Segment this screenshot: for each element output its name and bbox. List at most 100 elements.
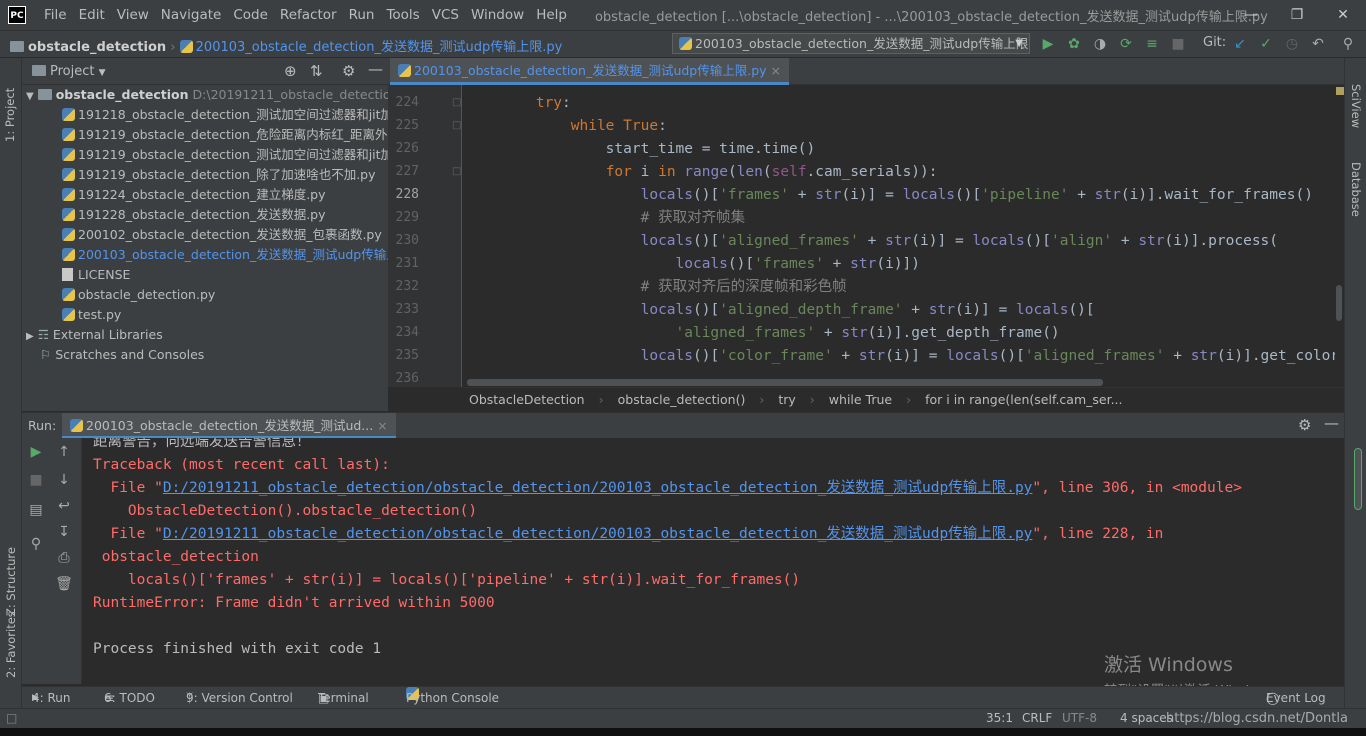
collapse-all-icon[interactable]: ⇅ <box>310 62 323 80</box>
rollback-icon[interactable]: ↶ <box>1308 34 1328 54</box>
text-file-icon <box>62 268 73 281</box>
menu-refactor[interactable]: Refactor <box>274 7 343 23</box>
run-config-select[interactable]: 200103_obstacle_detection_发送数据_测试udp传输上限… <box>672 33 1030 54</box>
coverage-icon[interactable]: ◑ <box>1090 34 1110 54</box>
locate-icon[interactable]: ⊕ <box>284 62 297 80</box>
hide-icon[interactable]: — <box>368 60 383 78</box>
tree-file[interactable]: 191219_obstacle_detection_除了加速啥也不加.py <box>62 165 376 185</box>
window-controls: — ❐ ✕ <box>1228 0 1366 30</box>
nav-breadcrumb: obstacle_detection › 200103_obstacle_det… <box>10 36 562 55</box>
scroll-thumb[interactable] <box>1336 285 1342 321</box>
trash-icon[interactable]: 🗑 <box>54 574 74 594</box>
python-file-icon <box>62 228 75 241</box>
file-encoding[interactable]: UTF-8 <box>1062 709 1097 728</box>
traceback-link[interactable]: D:/20191211_obstacle_detection/obstacle_… <box>163 480 1033 496</box>
indent-setting[interactable]: 4 spaces <box>1120 709 1173 728</box>
gear-icon[interactable]: ⚙ <box>1298 416 1311 434</box>
down-arrow-icon[interactable]: ↓ <box>54 470 74 490</box>
run-tab[interactable]: 200103_obstacle_detection_发送数据_测试ud... × <box>62 413 396 439</box>
git-update-icon[interactable]: ↙ <box>1230 34 1250 54</box>
gear-icon[interactable]: ⚙ <box>342 62 355 80</box>
tree-file[interactable]: 191219_obstacle_detection_测试加空间过滤器和jit加速… <box>62 145 388 165</box>
tree-file[interactable]: 191218_obstacle_detection_测试加空间过滤器和jit加速… <box>62 105 388 125</box>
print-icon[interactable]: ⎙ <box>54 548 74 568</box>
editor-horizontal-scrollbar[interactable] <box>467 379 1103 386</box>
tree-file[interactable]: obstacle_detection.py <box>62 285 215 305</box>
tree-file[interactable]: test.py <box>62 305 121 325</box>
tree-root[interactable]: ▼ obstacle_detection D:\20191211_obstacl… <box>26 85 388 105</box>
console-output[interactable]: 距离警告，向远端发送告警信息！ Traceback (most recent c… <box>82 438 1344 684</box>
breadcrumb-method[interactable]: obstacle_detection() <box>611 392 753 407</box>
python-file-icon <box>62 148 75 161</box>
code-editor[interactable]: try: while True: start_time = time.time(… <box>463 85 1335 377</box>
tree-file[interactable]: LICENSE <box>62 265 130 285</box>
restore-layout-icon[interactable]: ▤ <box>26 500 46 520</box>
fold-icon[interactable]: □ <box>452 166 461 177</box>
debug-icon[interactable]: ✿ <box>1064 34 1084 54</box>
run-toolbar: ▶ ■ ▤ ⚲ ↑ ↓ ↩ ↧ ⎙ 🗑 <box>22 438 82 684</box>
tree-file-selected[interactable]: 200103_obstacle_detection_发送数据_测试udp传输上限… <box>62 245 388 265</box>
scroll-to-end-icon[interactable]: ↧ <box>54 522 74 542</box>
menu-edit[interactable]: Edit <box>73 7 111 23</box>
soft-wrap-icon[interactable]: ↩ <box>54 496 74 516</box>
fold-icon[interactable]: □ <box>452 97 461 108</box>
line-number: 236 <box>395 371 419 386</box>
menu-navigate[interactable]: Navigate <box>155 7 228 23</box>
git-commit-icon[interactable]: ✓ <box>1256 34 1276 54</box>
warning-marker-icon[interactable] <box>1336 87 1344 95</box>
project-panel-title[interactable]: Project ▼ <box>32 64 106 79</box>
python-file-icon <box>62 168 75 181</box>
project-tool-button[interactable]: 1: Project <box>3 88 17 142</box>
tree-external-libraries[interactable]: ▶ ☶ External Libraries <box>26 325 163 345</box>
menu-tools[interactable]: Tools <box>380 7 425 23</box>
minimize-icon[interactable]: — <box>1228 0 1274 30</box>
hide-icon[interactable]: — <box>1324 414 1339 432</box>
run-config-label: 200103_obstacle_detection_发送数据_测试udp传输上限 <box>695 36 1029 51</box>
up-arrow-icon[interactable]: ↑ <box>54 442 74 462</box>
editor-vertical-scrollbar[interactable] <box>1335 85 1344 387</box>
concurrency-icon[interactable]: ≡ <box>1142 34 1162 54</box>
rerun-icon[interactable]: ▶ <box>26 442 46 462</box>
traceback-link[interactable]: D:/20191211_obstacle_detection/obstacle_… <box>163 526 1033 542</box>
git-history-icon[interactable]: ◷ <box>1282 34 1302 54</box>
restore-icon[interactable]: ❐ <box>1274 0 1320 30</box>
editor-tab[interactable]: 200103_obstacle_detection_发送数据_测试udp传输上限… <box>390 58 790 85</box>
stop-icon[interactable]: ■ <box>26 470 46 490</box>
nav-file[interactable]: 200103_obstacle_detection_发送数据_测试udp传输上限… <box>196 40 563 55</box>
tree-scratches[interactable]: ⚐ Scratches and Consoles <box>40 345 204 365</box>
sciview-tool-button[interactable]: SciView <box>1349 84 1363 128</box>
profile-icon[interactable]: ⟳ <box>1116 34 1136 54</box>
breadcrumb-while[interactable]: while True <box>822 392 899 407</box>
menu-view[interactable]: View <box>111 7 155 23</box>
breadcrumb-for[interactable]: for i in range(len(self.cam_ser... <box>918 392 1129 407</box>
caret-position[interactable]: 35:1 <box>986 709 1013 728</box>
tree-file[interactable]: 200102_obstacle_detection_发送数据_包裹函数.py <box>62 225 382 245</box>
tree-file[interactable]: 191228_obstacle_detection_发送数据.py <box>62 205 326 225</box>
structure-tool-button[interactable]: Z: Structure <box>4 547 18 616</box>
close-tab-icon[interactable]: × <box>771 63 781 78</box>
console-scroll-thumb[interactable] <box>1354 448 1362 510</box>
console-line: File "D:/20191211_obstacle_detection/obs… <box>93 480 1242 496</box>
tree-file[interactable]: 191224_obstacle_detection_建立梯度.py <box>62 185 326 205</box>
pin-icon[interactable]: ⚲ <box>26 534 46 554</box>
breadcrumb-class[interactable]: ObstacleDetection <box>462 392 592 407</box>
menu-run[interactable]: Run <box>343 7 381 23</box>
layout-icon[interactable]: □ <box>6 709 17 728</box>
menu-vcs[interactable]: VCS <box>426 7 465 23</box>
run-icon[interactable]: ▶ <box>1038 34 1058 54</box>
close-tab-icon[interactable]: × <box>377 418 387 433</box>
menu-code[interactable]: Code <box>227 7 274 23</box>
menu-window[interactable]: Window <box>465 7 530 23</box>
fold-icon[interactable]: □ <box>452 120 461 131</box>
favorites-tool-button[interactable]: 2: Favorites <box>4 611 18 678</box>
close-icon[interactable]: ✕ <box>1320 0 1366 30</box>
breadcrumb-try[interactable]: try <box>771 392 802 407</box>
tree-file[interactable]: 191219_obstacle_detection_危险距离内标红_距离外标绿 <box>62 125 388 145</box>
database-tool-button[interactable]: Database <box>1349 162 1363 217</box>
menu-file[interactable]: File <box>38 7 73 23</box>
search-everywhere-icon[interactable]: ⚲ <box>1338 34 1358 54</box>
menu-help[interactable]: Help <box>530 7 573 23</box>
stop-icon[interactable]: ■ <box>1168 34 1188 54</box>
nav-project[interactable]: obstacle_detection <box>28 40 166 55</box>
line-separator[interactable]: CRLF <box>1022 709 1052 728</box>
